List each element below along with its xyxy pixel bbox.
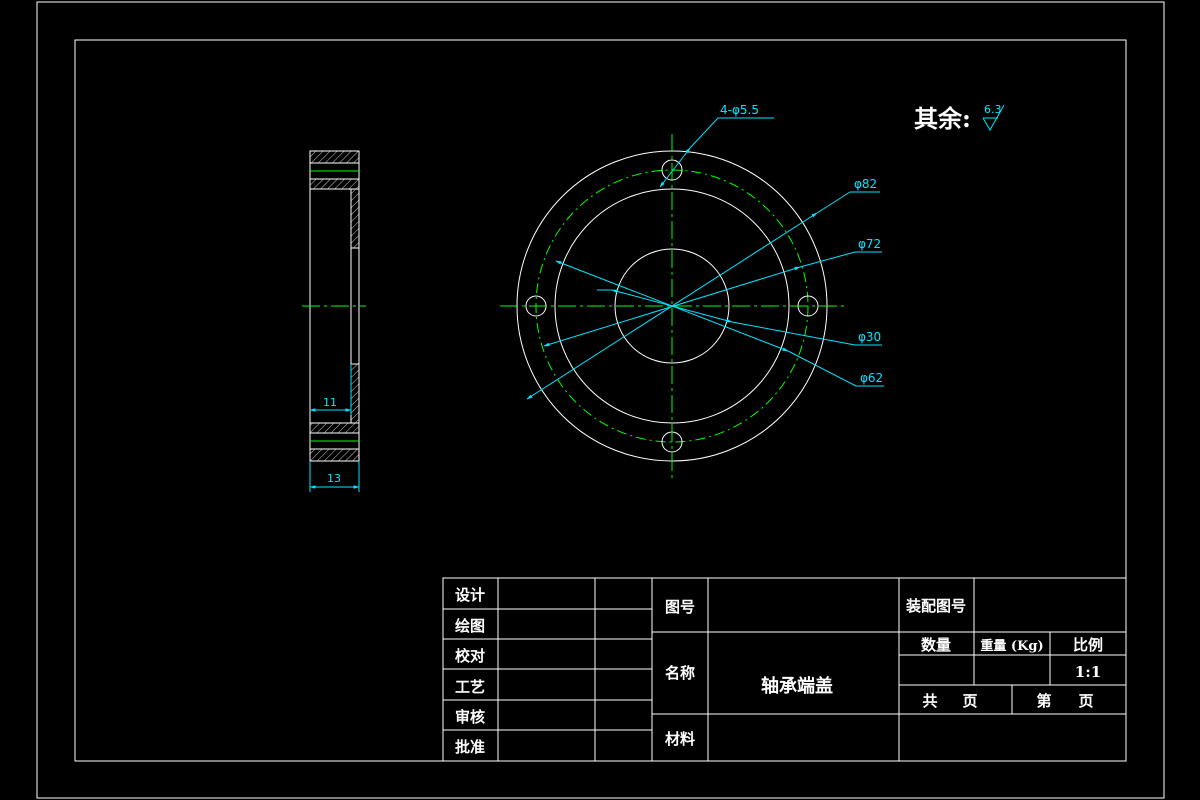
name-label: 名称 <box>665 664 695 682</box>
dim-holes-leader <box>689 117 719 149</box>
role-label: 校对 <box>455 647 485 665</box>
dim-11-label: 11 <box>323 396 337 409</box>
sheet-label: 第 <box>1036 692 1051 710</box>
cad-drawing: 11 13 φ82 φ72 φ30 φ62 4-φ5.5 其余: 6.3 设计 … <box>36 1 1165 799</box>
role-label: 绘图 <box>455 617 485 635</box>
dim-d62-label: φ62 <box>860 371 883 385</box>
inner-border <box>74 39 1127 762</box>
title-block <box>442 577 1127 762</box>
dim-d30-leader <box>731 321 856 346</box>
role-label: 工艺 <box>455 678 485 696</box>
total-label: 共 <box>922 692 937 710</box>
dim-d30-label: φ30 <box>858 330 881 344</box>
dim-d72-label: φ72 <box>858 237 881 251</box>
dim-holes-arrow <box>659 147 691 188</box>
roughness-note: 其余: 6.3 <box>914 103 1005 133</box>
side-hatch-top-bore <box>309 178 360 190</box>
note-other-label: 其余: <box>914 104 971 133</box>
page-label: 页 <box>962 692 977 710</box>
dim-d62-leader <box>787 350 857 387</box>
material-label: 材料 <box>665 730 695 748</box>
assembly-no-label: 装配图号 <box>905 597 966 615</box>
weight-label: 重量 (Kg) <box>980 638 1043 654</box>
dim-d82-leader <box>816 191 851 214</box>
quantity-label: 数量 <box>921 636 951 654</box>
role-label: 审核 <box>455 708 485 726</box>
roughness-value: 6.3 <box>984 103 1002 116</box>
page-label: 页 <box>1078 692 1093 710</box>
dim-13-label: 13 <box>327 472 341 485</box>
side-hatch-bottom-flange <box>309 448 360 462</box>
drawing-no-label: 图号 <box>665 598 695 616</box>
side-hatch-top-flange <box>309 150 360 164</box>
dim-d72-leader <box>799 251 856 268</box>
role-label: 设计 <box>455 586 485 604</box>
dim-d82-label: φ82 <box>854 177 877 191</box>
role-label: 批准 <box>455 738 485 756</box>
side-hatch-lower-wall <box>350 363 360 424</box>
dim-holes-label: 4-φ5.5 <box>720 103 759 117</box>
side-view: 11 13 <box>302 150 366 492</box>
side-hatch-bottom-bore <box>309 422 360 434</box>
part-name: 轴承端盖 <box>761 675 833 697</box>
side-hatch-upper-wall <box>350 188 360 249</box>
front-view: φ82 φ72 φ30 φ62 4-φ5.5 <box>500 103 884 478</box>
scale-value: 1:1 <box>1075 663 1101 681</box>
scale-label: 比例 <box>1073 636 1103 654</box>
